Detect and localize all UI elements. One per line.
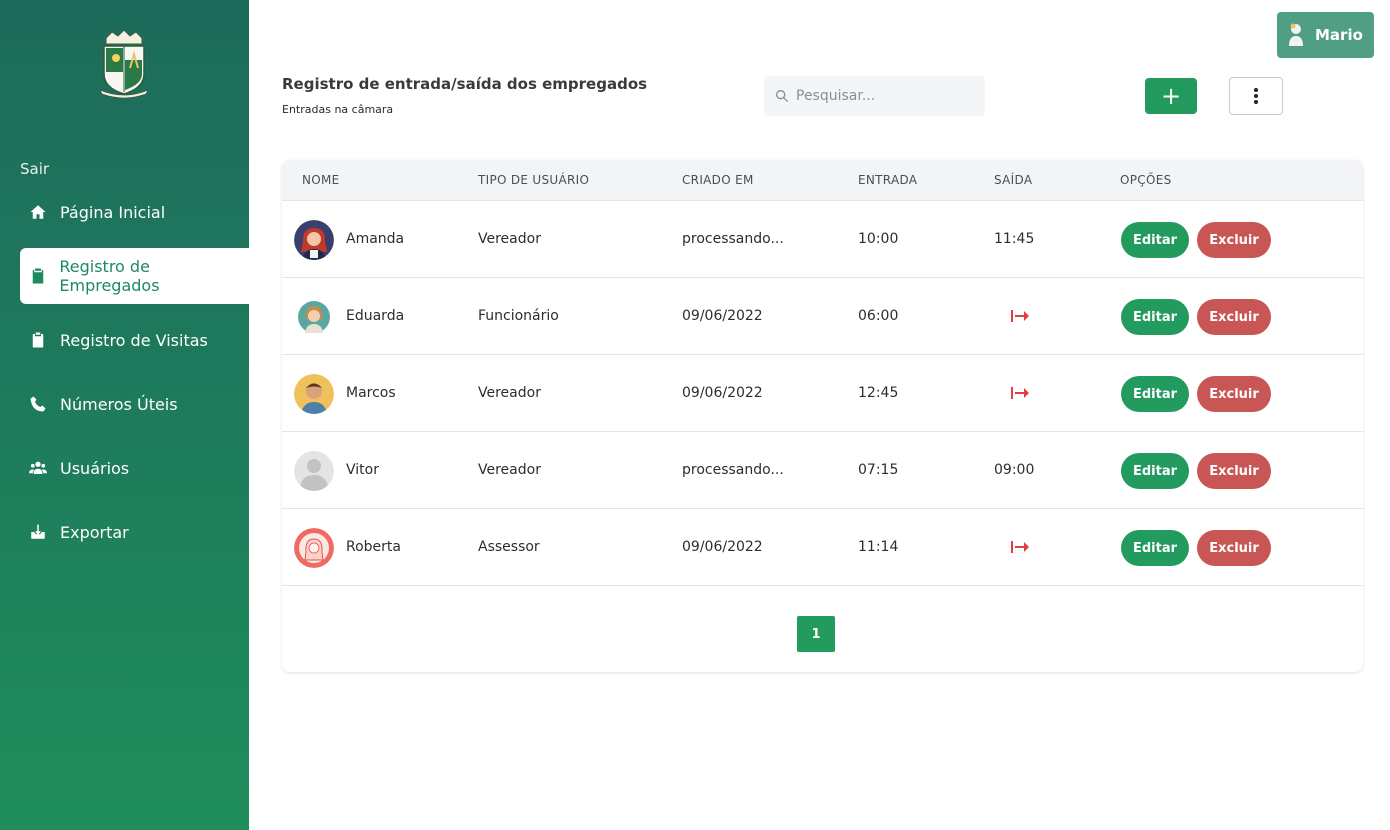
sidebar-item-label: Exportar (60, 522, 129, 542)
search-input[interactable] (796, 88, 976, 104)
sidebar-item-useful-numbers[interactable]: Números Úteis (20, 376, 249, 432)
table-row: Marcos Vereador 09/06/2022 12:45 Editar … (282, 355, 1363, 432)
user-type: Funcionário (478, 308, 559, 324)
users-icon (28, 458, 48, 478)
sidebar-item-home[interactable]: Página Inicial (20, 184, 249, 240)
entry-time: 07:15 (858, 462, 899, 478)
sidebar-nav: Página Inicial Registro de Empregados Re… (20, 184, 249, 568)
register-exit-icon[interactable] (1010, 384, 1030, 402)
edit-button[interactable]: Editar (1121, 299, 1189, 335)
column-header-name[interactable]: NOME (302, 173, 340, 187)
entry-time: 12:45 (858, 385, 899, 401)
sidebar-item-label: Registro de Visitas (60, 330, 208, 350)
user-name: Mario (1315, 26, 1363, 44)
column-header-options: OPÇÕES (1120, 173, 1172, 187)
user-type: Vereador (478, 385, 541, 401)
user-type: Vereador (478, 231, 541, 247)
employee-name: Vitor (346, 462, 379, 478)
table-row: Amanda Vereador processando... 10:00 11:… (282, 201, 1363, 278)
municipal-coat-of-arms-logo (99, 29, 149, 98)
employee-name: Marcos (346, 385, 396, 401)
sidebar-item-label: Registro de Empregados (59, 257, 160, 295)
add-employee-button[interactable]: + (1145, 78, 1197, 114)
created-at: processando... (682, 462, 784, 478)
register-exit-icon[interactable] (1010, 538, 1030, 556)
employee-name: Amanda (346, 231, 405, 247)
user-avatar-icon (1289, 23, 1303, 46)
employees-table: NOME TIPO DE USUÁRIO CRIADO EM ENTRADA S… (282, 160, 1363, 672)
sidebar-item-label: Página Inicial (60, 202, 166, 222)
delete-button[interactable]: Excluir (1197, 299, 1271, 335)
created-at: 09/06/2022 (682, 539, 763, 555)
clipboard-icon (28, 330, 48, 350)
created-at: processando... (682, 231, 784, 247)
sidebar-item-export[interactable]: Exportar (20, 504, 249, 560)
employee-name: Roberta (346, 539, 401, 555)
home-icon (28, 202, 48, 222)
avatar (294, 451, 334, 491)
avatar (298, 301, 330, 333)
delete-button[interactable]: Excluir (1197, 376, 1271, 412)
delete-button[interactable]: Excluir (1197, 453, 1271, 489)
download-icon (28, 522, 48, 542)
avatar (294, 220, 334, 260)
column-header-created[interactable]: CRIADO EM (682, 173, 754, 187)
more-options-button[interactable] (1229, 77, 1283, 115)
entry-time: 10:00 (858, 231, 899, 247)
sidebar-item-visits[interactable]: Registro de Visitas (20, 312, 249, 368)
page-title: Registro de entrada/saída dos empregados (282, 75, 648, 93)
edit-button[interactable]: Editar (1121, 530, 1189, 566)
register-exit-icon[interactable] (1010, 307, 1030, 325)
user-type: Assessor (478, 539, 540, 555)
sidebar-item-users[interactable]: Usuários (20, 440, 249, 496)
entry-time: 06:00 (858, 308, 899, 324)
user-type: Vereador (478, 462, 541, 478)
pagination-page-button[interactable]: 1 (797, 616, 835, 652)
sidebar-item-label: Usuários (60, 458, 130, 478)
search-icon (776, 90, 789, 103)
edit-button[interactable]: Editar (1121, 222, 1189, 258)
column-header-entry[interactable]: ENTRADA (858, 173, 917, 187)
phone-icon (28, 394, 48, 414)
exit-time: 09:00 (994, 462, 1035, 478)
logout-link[interactable]: Sair (20, 160, 49, 178)
table-row: Vitor Vereador processando... 07:15 09:0… (282, 432, 1363, 509)
created-at: 09/06/2022 (682, 308, 763, 324)
employee-name: Eduarda (346, 308, 405, 324)
page-subtitle: Entradas na câmara (282, 103, 394, 116)
delete-button[interactable]: Excluir (1197, 222, 1271, 258)
table-row: Eduarda Funcionário 09/06/2022 06:00 Edi… (282, 278, 1363, 355)
search-box (764, 76, 985, 116)
avatar (294, 528, 334, 568)
created-at: 09/06/2022 (682, 385, 763, 401)
sidebar: Sair Página Inicial Registro de Empregad… (0, 0, 249, 830)
avatar (294, 374, 334, 414)
delete-button[interactable]: Excluir (1197, 530, 1271, 566)
entry-time: 11:14 (858, 539, 899, 555)
clipboard-list-icon (28, 266, 47, 286)
edit-button[interactable]: Editar (1121, 376, 1189, 412)
sidebar-item-label: Números Úteis (60, 394, 178, 414)
sidebar-item-employees[interactable]: Registro de Empregados (20, 248, 249, 304)
column-header-exit[interactable]: SAÍDA (994, 173, 1032, 187)
vertical-dots-icon (1254, 88, 1258, 104)
table-row: Roberta Assessor 09/06/2022 11:14 Editar… (282, 509, 1363, 586)
exit-time: 11:45 (994, 231, 1035, 247)
table-header: NOME TIPO DE USUÁRIO CRIADO EM ENTRADA S… (282, 160, 1363, 201)
column-header-user-type[interactable]: TIPO DE USUÁRIO (478, 173, 589, 187)
user-menu-button[interactable]: Mario (1277, 12, 1374, 58)
edit-button[interactable]: Editar (1121, 453, 1189, 489)
